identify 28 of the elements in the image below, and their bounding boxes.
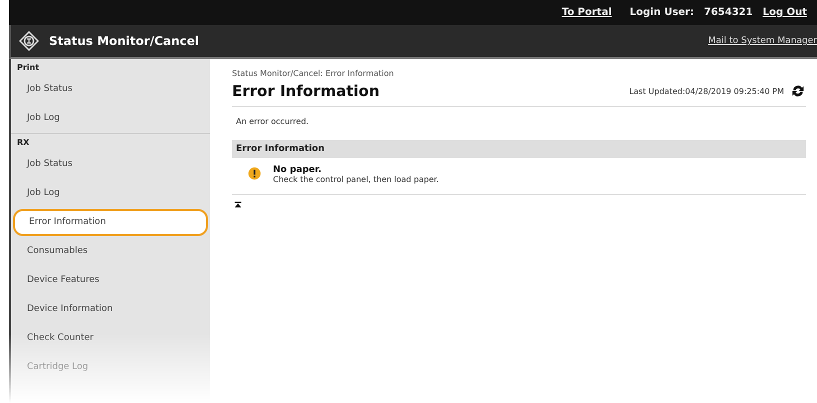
- refresh-icon[interactable]: [790, 83, 806, 99]
- top-link[interactable]: To Portal: [562, 7, 612, 18]
- back-to-top-icon[interactable]: [234, 201, 242, 209]
- sidebar-item[interactable]: Check Counter: [13, 324, 208, 353]
- sidebar-item[interactable]: Job Log: [13, 104, 208, 133]
- mail-link[interactable]: Mail to System Manager: [708, 36, 817, 46]
- sidebar-item[interactable]: Job Status: [13, 150, 208, 179]
- sidebar-item[interactable]: Consumables: [13, 237, 208, 266]
- status-message: An error occurred.: [235, 116, 310, 128]
- sidebar-item[interactable]: Job Log: [13, 179, 208, 208]
- warning-icon: [248, 167, 261, 180]
- diamond-logo-icon: [19, 31, 39, 51]
- sidebar-item[interactable]: Device Features: [13, 266, 208, 295]
- section-header: Error Information: [232, 140, 806, 158]
- breadcrumb: Status Monitor/Cancel: Error Information: [232, 69, 395, 78]
- error-detail: Check the control panel, then load paper.: [273, 175, 439, 184]
- top-link[interactable]: Log Out: [762, 7, 807, 18]
- last-updated: Last Updated:04/28/2019 09:25:40 PM: [629, 86, 784, 96]
- login-text: Login User:: [630, 7, 694, 18]
- section-heading: Print: [16, 63, 40, 74]
- sidebar-item[interactable]: Device Information: [13, 295, 208, 324]
- error-title: No paper.: [273, 165, 322, 175]
- section-heading: RX: [16, 138, 30, 149]
- page-title: Error Information: [232, 82, 381, 100]
- login-text: 7654321: [704, 7, 753, 18]
- sidebar-item[interactable]: Job Status: [13, 75, 208, 104]
- app-title: Status Monitor/Cancel: [49, 34, 200, 48]
- sidebar-item[interactable]: Error Information: [13, 209, 208, 236]
